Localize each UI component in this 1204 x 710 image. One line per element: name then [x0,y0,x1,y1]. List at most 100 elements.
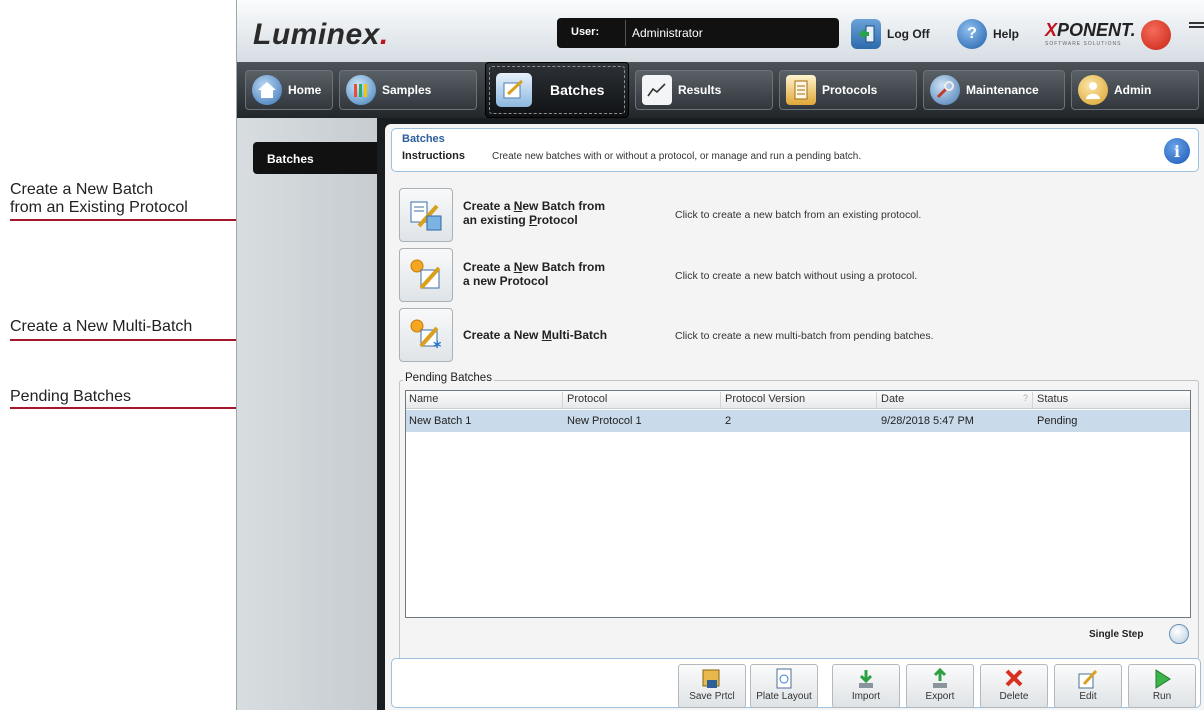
new-batch-new-protocol-label: Create a New Batch from a new Protocol [463,260,605,288]
wrench-icon [930,75,960,105]
instructions-bar: Batches Instructions Create new batches … [391,128,1199,172]
tab-protocols-label: Protocols [822,83,878,97]
column-header-protocol[interactable]: Protocol [564,393,607,407]
export-label: Export [925,691,955,702]
app-window: Luminex. User: Administrator Log Off ? H… [236,0,1204,710]
column-header-date[interactable]: Date [878,393,904,407]
label-part: ew Batch from [522,199,606,213]
column-header-status[interactable]: Status [1034,393,1068,407]
xponent-subtitle: SOFTWARE SOLUTIONS [1045,41,1122,47]
action-row-existing-protocol: Create a New Batch from an existing Prot… [399,188,1159,244]
label-part: a new Protocol [463,274,549,288]
plate-layout-button[interactable]: Plate Layout [750,664,818,708]
import-button[interactable]: Import [832,664,900,708]
tab-protocols[interactable]: Protocols [779,70,917,110]
action-row-multi-batch: * Create a New Multi-Batch Click to crea… [399,308,1159,364]
results-chart-icon [642,75,672,105]
sidebar-item-batches[interactable]: Batches [253,142,377,174]
logo-text: Luminex [253,18,380,51]
export-icon [929,667,951,690]
label-mnemonic: M [541,328,552,342]
cell-date: 9/28/2018 5:47 PM [881,415,974,427]
cell-name: New Batch 1 [409,415,472,427]
info-icon[interactable]: i [1164,138,1190,164]
protocols-icon [786,75,816,105]
callout-new-batch-existing-line2: from an Existing Protocol [10,199,188,216]
column-divider [876,392,877,408]
single-step-toggle[interactable] [1169,624,1189,644]
tab-results[interactable]: Results [635,70,773,110]
label-part: Create a New [463,328,542,342]
callout-new-batch-existing: Create a New Batch from an Existing Prot… [10,181,188,217]
tab-maintenance-label: Maintenance [966,83,1039,97]
tab-maintenance[interactable]: Maintenance [923,70,1065,110]
tab-samples-label: Samples [382,83,432,97]
sidebar: Batches [237,118,377,710]
column-header-protocol-version[interactable]: Protocol Version [722,393,805,407]
column-divider [1032,392,1033,408]
export-button[interactable]: Export [906,664,974,708]
luminex-logo: Luminex. [253,18,389,52]
pending-batches-table[interactable]: Name Protocol Protocol Version Date ? St… [405,390,1191,618]
user-label: User: [571,26,600,38]
label-part: Create a [463,199,514,213]
new-multi-batch-description: Click to create a new multi-batch from p… [675,330,934,342]
save-protocol-button[interactable]: Save Prtcl [678,664,746,708]
tab-batches[interactable]: Batches [485,62,629,118]
samples-icon [346,75,376,105]
table-row[interactable]: New Batch 1 New Protocol 1 2 9/28/2018 5… [406,410,1190,432]
column-divider [562,392,563,408]
run-button[interactable]: Run [1128,664,1196,708]
xponent-logo: XPONENT. SOFTWARE SOLUTIONS [1045,20,1136,47]
screenshot-root: Create a New Batch from an Existing Prot… [0,0,1204,710]
edit-button[interactable]: Edit [1054,664,1122,708]
delete-button[interactable]: Delete [980,664,1048,708]
column-header-name[interactable]: Name [406,393,438,407]
label-part: an existing [463,213,530,227]
label-part: rotocol [537,213,578,227]
sort-indicator-icon: ? [1023,393,1029,403]
plate-layout-icon [773,668,795,690]
action-row-new-protocol: Create a New Batch from a new Protocol C… [399,248,1159,304]
svg-text:*: * [433,337,442,354]
tab-admin[interactable]: Admin [1071,70,1199,110]
run-play-icon [1151,668,1173,690]
logoff-door-icon [851,19,881,49]
main-panel: Batches Instructions Create new batches … [377,118,1204,710]
table-header: Name Protocol Protocol Version Date ? St… [406,391,1190,409]
new-batch-new-protocol-button[interactable] [399,248,453,302]
logoff-label: Log Off [887,27,930,41]
new-batch-new-protocol-description: Click to create a new batch without usin… [675,270,918,282]
help-icon: ? [957,19,987,49]
user-value: Administrator [625,20,835,46]
import-label: Import [851,691,881,702]
new-multi-batch-button[interactable]: * [399,308,453,362]
save-icon [701,668,723,690]
new-batch-existing-protocol-button[interactable] [399,188,453,242]
home-icon [252,75,282,105]
menu-icon[interactable] [1189,22,1204,28]
batch-from-protocol-icon [410,201,442,231]
label-part: Create a [463,260,514,274]
label-part: ulti-Batch [551,328,608,342]
cell-protocol-version: 2 [725,415,732,427]
status-indicator-icon [1141,20,1171,50]
tab-results-label: Results [678,83,722,97]
label-mnemonic: P [529,213,538,227]
tab-home[interactable]: Home [245,70,333,110]
new-multi-batch-label: Create a New Multi-Batch [463,328,607,342]
action-toolbar: Save Prtcl Plate Layout Import Export De… [391,658,1201,708]
tab-batches-focus [489,66,625,114]
new-batch-existing-protocol-description: Click to create a new batch from an exis… [675,209,922,221]
edit-pencil-icon [1077,668,1099,690]
logoff-button[interactable]: Log Off [851,18,930,50]
callout-pending: Pending Batches [10,388,131,405]
tab-samples[interactable]: Samples [339,70,477,110]
multi-batch-icon: * [410,319,442,354]
tab-home-label: Home [288,83,322,97]
help-label: Help [993,27,1020,41]
pending-batches-label: Pending Batches [403,372,494,384]
help-button[interactable]: ? Help [957,18,1019,50]
logo-dot: . [379,18,389,51]
run-label: Run [1152,691,1172,702]
